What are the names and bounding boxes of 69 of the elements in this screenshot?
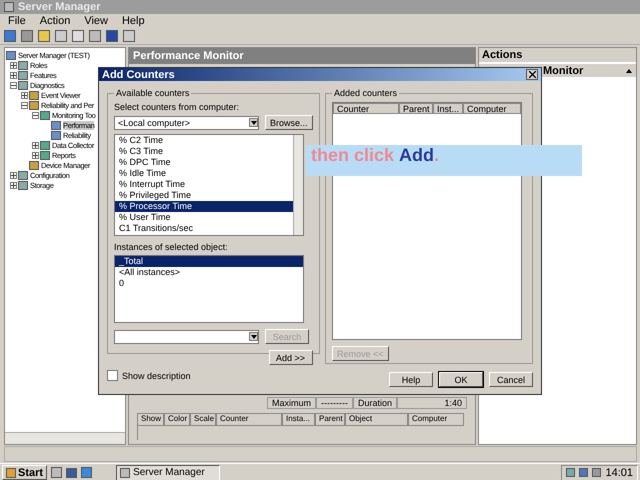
- add-button[interactable]: Add >>: [268, 350, 313, 365]
- horizontal-scrollbar[interactable]: [5, 432, 125, 444]
- column-header[interactable]: Parent: [399, 103, 433, 114]
- menu-item[interactable]: File: [8, 15, 26, 27]
- collapse-arrow-icon[interactable]: [626, 68, 632, 72]
- stat-value: ---------: [316, 397, 353, 409]
- caption-banner: then click Add.: [306, 145, 582, 176]
- pane-header: Performance Monitor: [129, 48, 475, 64]
- expand-icon[interactable]: [10, 182, 17, 188]
- ok-button[interactable]: OK: [439, 372, 483, 387]
- column-header[interactable]: Counter: [333, 103, 399, 114]
- column-header[interactable]: Show: [137, 413, 164, 426]
- stat-label: Maximum: [266, 397, 316, 409]
- column-header[interactable]: Counter: [216, 413, 282, 426]
- close-button[interactable]: [526, 69, 538, 80]
- column-header[interactable]: Parent: [315, 413, 345, 426]
- search-dropdown[interactable]: [114, 330, 259, 344]
- expand-icon[interactable]: [32, 142, 39, 148]
- clock: 14:01: [605, 466, 633, 478]
- counter-item[interactable]: % DPC Time: [115, 157, 293, 168]
- browse-button[interactable]: Browse...: [265, 115, 313, 130]
- taskbar-button[interactable]: Server Manager: [116, 464, 220, 480]
- dropdown-arrow-icon[interactable]: [249, 118, 258, 127]
- counter-item[interactable]: % User Time: [115, 212, 293, 223]
- column-header[interactable]: Insta...: [282, 413, 315, 426]
- column-header[interactable]: Color: [164, 413, 190, 426]
- expand-icon[interactable]: [10, 62, 17, 68]
- dropdown-arrow-icon[interactable]: [249, 332, 258, 341]
- checkbox[interactable]: [107, 370, 118, 381]
- window-title: Server Manager: [18, 1, 101, 13]
- collapse-icon[interactable]: [10, 82, 17, 88]
- column-header[interactable]: Computer: [463, 103, 521, 114]
- vertical-scrollbar[interactable]: [293, 135, 303, 235]
- help-button[interactable]: Help: [389, 372, 433, 387]
- expand-icon[interactable]: [10, 72, 17, 78]
- stat-value: 1:40: [397, 397, 467, 409]
- counter-item[interactable]: % Idle Time: [115, 168, 293, 179]
- field-label: Instances of selected object:: [114, 242, 229, 252]
- counter-item[interactable]: % Processor Time: [115, 201, 293, 212]
- counter-item[interactable]: % C2 Time: [115, 135, 293, 146]
- start-button[interactable]: Start: [2, 465, 48, 480]
- instance-item[interactable]: <All instances>: [115, 267, 303, 278]
- cancel-button[interactable]: Cancel: [489, 372, 533, 387]
- column-header[interactable]: Computer: [408, 413, 464, 426]
- expand-icon[interactable]: [10, 172, 17, 178]
- menu-item[interactable]: Help: [122, 15, 145, 27]
- stat-label: Duration: [352, 397, 397, 409]
- checkbox-label: Show description: [122, 370, 191, 380]
- group-label: Added counters: [333, 88, 398, 98]
- column-header[interactable]: Scale: [190, 413, 216, 426]
- instance-item[interactable]: _Total: [115, 256, 303, 267]
- expand-icon[interactable]: [21, 92, 28, 98]
- column-header[interactable]: Object: [345, 413, 408, 426]
- menu-item[interactable]: Action: [40, 15, 70, 27]
- counter-item[interactable]: % Interrupt Time: [115, 179, 293, 190]
- column-header[interactable]: Inst...: [433, 103, 463, 114]
- collapse-icon[interactable]: [32, 112, 39, 118]
- counter-item[interactable]: % Privileged Time: [115, 190, 293, 201]
- computer-dropdown[interactable]: <Local computer>: [114, 116, 259, 130]
- field-label: Select counters from computer:: [114, 102, 240, 112]
- counter-item[interactable]: C1 Transitions/sec: [115, 223, 293, 234]
- group-label: Available counters: [115, 88, 190, 98]
- instance-item[interactable]: 0: [115, 278, 303, 289]
- counter-item[interactable]: % C3 Time: [115, 146, 293, 157]
- pane-header: Actions: [479, 48, 636, 62]
- menu-item[interactable]: View: [84, 15, 108, 27]
- collapse-icon[interactable]: [21, 102, 28, 108]
- dialog-title: Add Counters: [99, 68, 541, 81]
- expand-icon[interactable]: [32, 152, 39, 158]
